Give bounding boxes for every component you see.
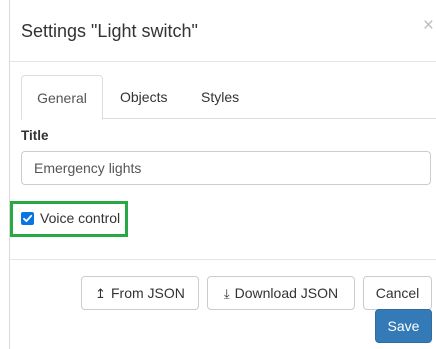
- tab-styles[interactable]: Styles: [201, 75, 239, 119]
- cancel-button[interactable]: Cancel: [363, 276, 432, 310]
- download-json-button[interactable]: ⤓ Download JSON: [207, 276, 355, 310]
- voice-control-checkbox[interactable]: [21, 212, 34, 225]
- settings-dialog: Settings "Light switch" × General Object…: [0, 0, 436, 349]
- tab-objects[interactable]: Objects: [120, 75, 167, 119]
- title-input[interactable]: [21, 151, 431, 185]
- checkmark-icon: [23, 214, 33, 222]
- download-json-label: Download JSON: [234, 285, 339, 301]
- dialog-title: Settings "Light switch": [21, 21, 198, 41]
- tab-bar: General Objects Styles: [21, 75, 436, 120]
- title-field-label: Title: [21, 128, 49, 143]
- voice-control-label[interactable]: Voice control: [40, 210, 120, 226]
- download-icon: ⤓: [223, 286, 230, 301]
- from-json-button[interactable]: ↥ From JSON: [81, 276, 199, 310]
- tab-general[interactable]: General: [21, 75, 103, 120]
- upload-icon: ↥: [95, 286, 106, 301]
- footer-divider: [10, 259, 436, 260]
- close-icon[interactable]: ×: [423, 16, 434, 35]
- save-button[interactable]: Save: [375, 309, 432, 343]
- from-json-label: From JSON: [111, 285, 185, 301]
- dialog-header: Settings "Light switch" ×: [10, 0, 436, 62]
